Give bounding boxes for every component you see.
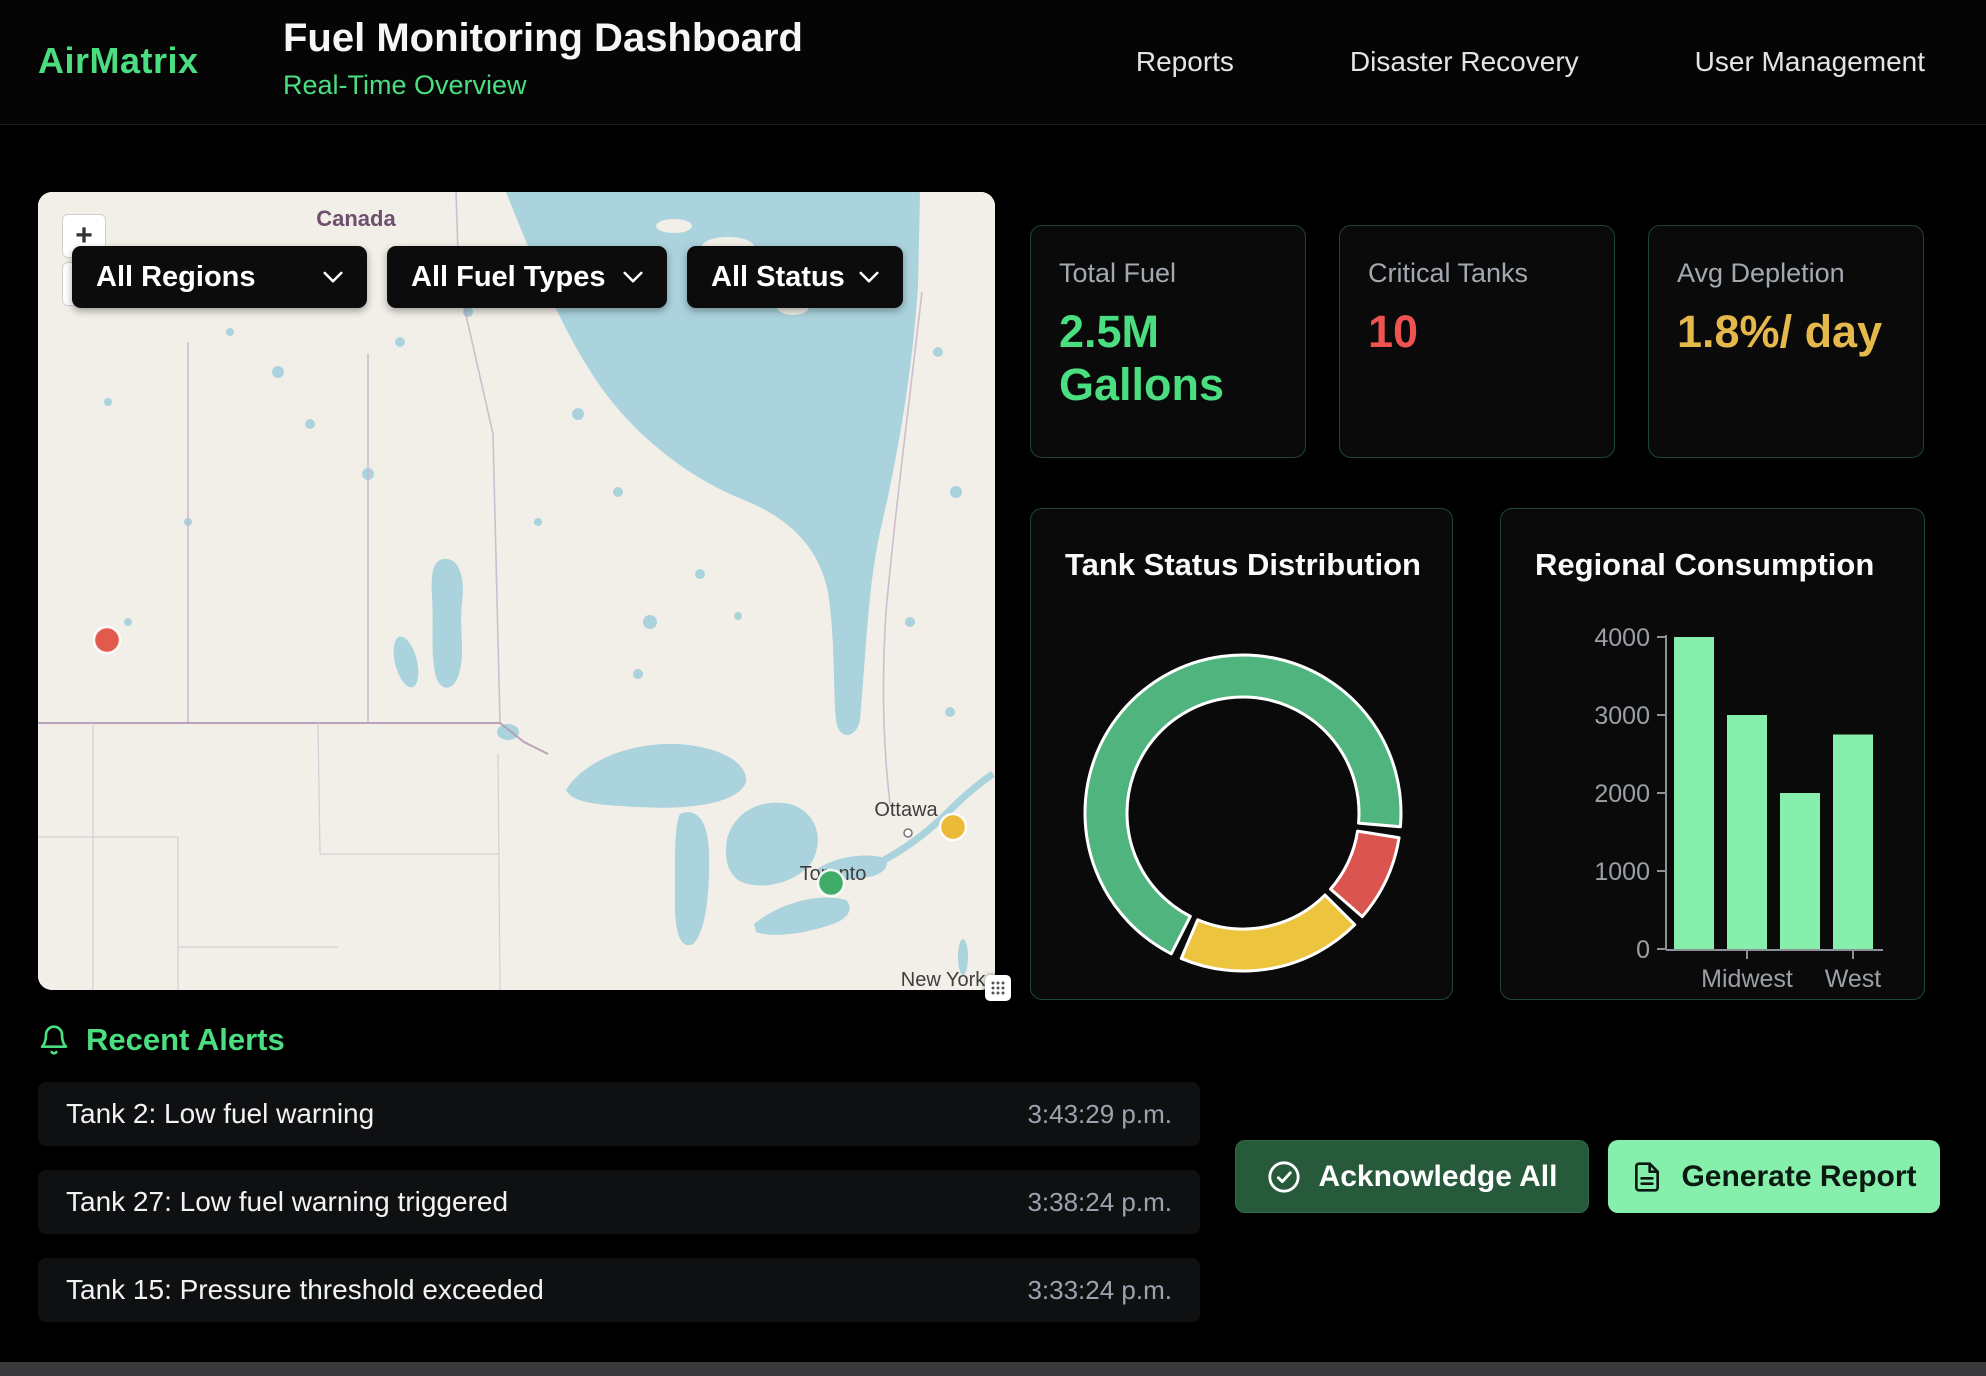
alert-timestamp: 3:33:24 p.m. [1027,1275,1172,1306]
alert-message: Tank 2: Low fuel warning [66,1098,374,1130]
bar-region-1 [1727,715,1767,949]
bar-region-0 [1674,637,1714,949]
bar-chart-xtick: Midwest [1701,965,1793,993]
fuel-map[interactable]: Canada Ottawa Toronto New York + − All R… [38,192,995,990]
horizontal-scrollbar[interactable] [0,1362,1986,1376]
generate-report-button[interactable]: Generate Report [1608,1140,1940,1213]
donut-segment-warning [1181,895,1354,971]
app-logo: AirMatrix [38,40,199,82]
map-filter-row: All Regions All Fuel Types All Status [72,246,903,308]
tank-marker-critical[interactable] [94,627,120,653]
region-filter-value: All Regions [96,261,256,294]
region-filter-dropdown[interactable]: All Regions [72,246,367,308]
acknowledge-all-button[interactable]: Acknowledge All [1235,1140,1589,1213]
chart-title: Tank Status Distribution [1065,547,1421,583]
alert-row[interactable]: Tank 2: Low fuel warning 3:43:29 p.m. [38,1082,1200,1146]
fuel-type-filter-dropdown[interactable]: All Fuel Types [387,246,667,308]
app-header: AirMatrix Fuel Monitoring Dashboard Real… [0,0,1986,125]
nav-item-reports[interactable]: Reports [1136,46,1234,78]
bar-chart-ytick: 3000 [1594,702,1650,730]
chevron-down-icon [623,271,643,284]
tank-status-donut-chart [1073,643,1413,983]
bar-chart-xtick: West [1825,965,1882,993]
alert-row[interactable]: Tank 27: Low fuel warning triggered 3:38… [38,1170,1200,1234]
status-filter-value: All Status [711,261,845,294]
nav-item-disaster-recovery[interactable]: Disaster Recovery [1350,46,1579,78]
stat-value: 10 [1368,305,1586,358]
status-filter-dropdown[interactable]: All Status [687,246,903,308]
alert-timestamp: 3:43:29 p.m. [1027,1099,1172,1130]
report-document-icon [1631,1161,1663,1193]
map-resize-grip[interactable] [985,975,1011,1001]
alerts-header: Recent Alerts [38,1022,285,1058]
stat-card-avg-depletion: Avg Depletion 1.8%/ day [1648,225,1924,458]
tank-status-distribution-card: Tank Status Distribution [1030,508,1453,1000]
main-nav: Reports Disaster Recovery User Managemen… [1136,0,1925,124]
page-title: Fuel Monitoring Dashboard [283,16,803,61]
stat-card-critical-tanks: Critical Tanks 10 [1339,225,1615,458]
alert-timestamp: 3:38:24 p.m. [1027,1187,1172,1218]
map-label-ottawa: Ottawa [874,799,938,821]
bar-chart-ytick: 0 [1636,936,1650,964]
stat-label: Critical Tanks [1368,258,1586,289]
regional-consumption-card: Regional Consumption 01000200030004000Mi… [1500,508,1925,1000]
alert-message: Tank 27: Low fuel warning triggered [66,1186,508,1218]
bar-region-3 [1833,735,1873,950]
stat-card-total-fuel: Total Fuel 2.5M Gallons [1030,225,1306,458]
donut-segment-critical [1331,831,1400,917]
bar-chart-ytick: 4000 [1594,624,1650,652]
generate-report-label: Generate Report [1681,1160,1916,1194]
map-town-dot [904,829,912,837]
bar-chart-ytick: 1000 [1594,858,1650,886]
map-label-canada: Canada [316,206,396,231]
map-lake-winnipeg [432,559,463,688]
map-island [656,219,692,233]
acknowledge-all-label: Acknowledge All [1319,1160,1558,1194]
map-canvas: Canada Ottawa Toronto New York [38,192,995,990]
tank-marker-normal[interactable] [818,870,844,896]
tank-marker-warning[interactable] [940,814,966,840]
bar-chart-ytick: 2000 [1594,780,1650,808]
bell-icon [38,1024,70,1056]
stat-value: 1.8%/ day [1677,305,1895,358]
bar-region-2 [1780,793,1820,949]
map-lake [497,724,519,740]
alert-message: Tank 15: Pressure threshold exceeded [66,1274,544,1306]
page-subtitle: Real-Time Overview [283,70,803,101]
chevron-down-icon [323,271,343,284]
stat-label: Avg Depletion [1677,258,1895,289]
fuel-type-filter-value: All Fuel Types [411,261,605,294]
check-circle-icon [1267,1160,1301,1194]
stat-value: 2.5M Gallons [1059,305,1277,411]
chevron-down-icon [859,271,879,284]
stat-label: Total Fuel [1059,258,1277,289]
map-label-new-york: New York [901,969,986,990]
alert-row[interactable]: Tank 15: Pressure threshold exceeded 3:3… [38,1258,1200,1322]
alerts-title: Recent Alerts [86,1022,285,1058]
regional-consumption-bar-chart: 0 1000 2000 3000 4000 Midwest West [1501,509,1926,1001]
title-block: Fuel Monitoring Dashboard Real-Time Over… [283,16,803,101]
nav-item-user-management[interactable]: User Management [1695,46,1925,78]
grip-dots-icon [990,980,1006,996]
